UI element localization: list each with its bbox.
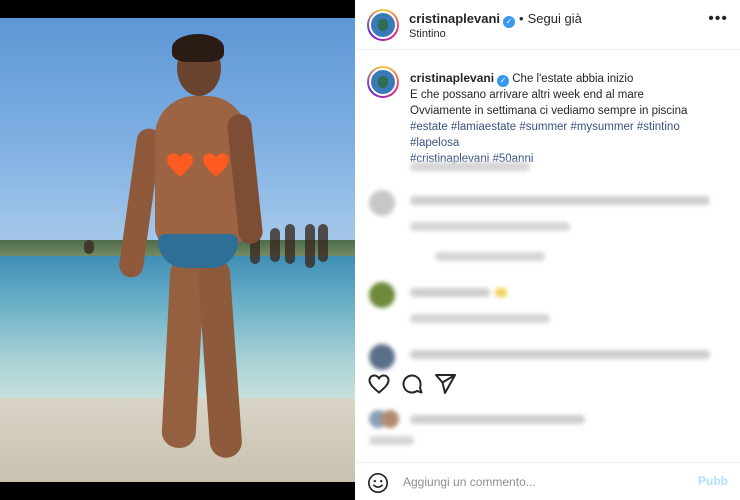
author-avatar[interactable] <box>367 9 399 41</box>
post-comment-button[interactable]: Pubb <box>698 474 728 488</box>
commenter-avatar <box>369 282 395 308</box>
background-person <box>84 240 94 254</box>
comment-input[interactable] <box>403 472 673 492</box>
caption-author-avatar[interactable] <box>367 66 399 98</box>
blurred-timestamp <box>410 162 530 171</box>
emoji-icon[interactable] <box>367 472 389 494</box>
post-media[interactable] <box>0 0 355 500</box>
censor-heart-icon <box>203 153 229 177</box>
header-author-line: cristinaplevani ✓ • Segui già <box>409 10 582 28</box>
separator-dot: • <box>519 11 524 26</box>
paper-plane-icon[interactable] <box>433 372 457 396</box>
blurred-comment <box>410 288 490 297</box>
censor-heart-icon <box>167 153 193 177</box>
background-person <box>270 228 280 262</box>
follow-button[interactable]: Segui già <box>528 11 582 26</box>
commenter-avatar <box>369 344 395 370</box>
commenter-avatar <box>369 190 395 216</box>
post-photo <box>0 18 355 482</box>
post-sidebar: cristinaplevani ✓ • Segui già Stintino ••• … <box>355 0 740 500</box>
more-options-icon[interactable]: ••• <box>708 10 728 28</box>
background-person <box>318 224 328 262</box>
blurred-comment-meta <box>410 314 550 323</box>
blurred-comment <box>410 350 710 359</box>
caption-hashtags[interactable]: #estate #lamiaestate #summer #mysummer #… <box>410 119 730 151</box>
caption-text: E che possano arrivare altri week end al… <box>410 89 644 101</box>
author-username[interactable]: cristinaplevani <box>409 11 500 26</box>
caption-line: cristinaplevani ✓ Che l'estate abbia iniz… <box>410 70 730 87</box>
post-location[interactable]: Stintino <box>409 28 446 40</box>
verified-badge-icon: ✓ <box>503 16 516 28</box>
blurred-comment <box>410 196 710 205</box>
caption-text: Ovviamente in settimana ci vediamo sempr… <box>410 105 688 117</box>
figure-hair <box>172 34 224 62</box>
verified-badge-icon: ✓ <box>497 75 510 87</box>
blurred-post-date <box>369 436 414 445</box>
action-bar <box>355 372 740 400</box>
background-person <box>285 224 295 264</box>
liker-avatar <box>381 410 399 428</box>
figure-swimwear <box>158 234 238 268</box>
caption-author-username[interactable]: cristinaplevani <box>410 71 494 85</box>
comment-icon[interactable] <box>400 372 424 396</box>
post-caption: cristinaplevani ✓ Che l'estate abbia iniz… <box>410 70 730 167</box>
background-person <box>305 224 315 268</box>
post-header: cristinaplevani ✓ • Segui già Stintino ••• <box>355 0 740 50</box>
heart-icon[interactable] <box>367 372 391 396</box>
caption-text: Che l'estate abbia inizio <box>512 73 634 85</box>
blurred-comment-meta <box>410 222 570 231</box>
blurred-view-replies <box>435 252 545 261</box>
comment-bar: Pubb <box>355 462 740 500</box>
blurred-likes <box>410 415 585 424</box>
blurred-emoji <box>495 288 507 297</box>
